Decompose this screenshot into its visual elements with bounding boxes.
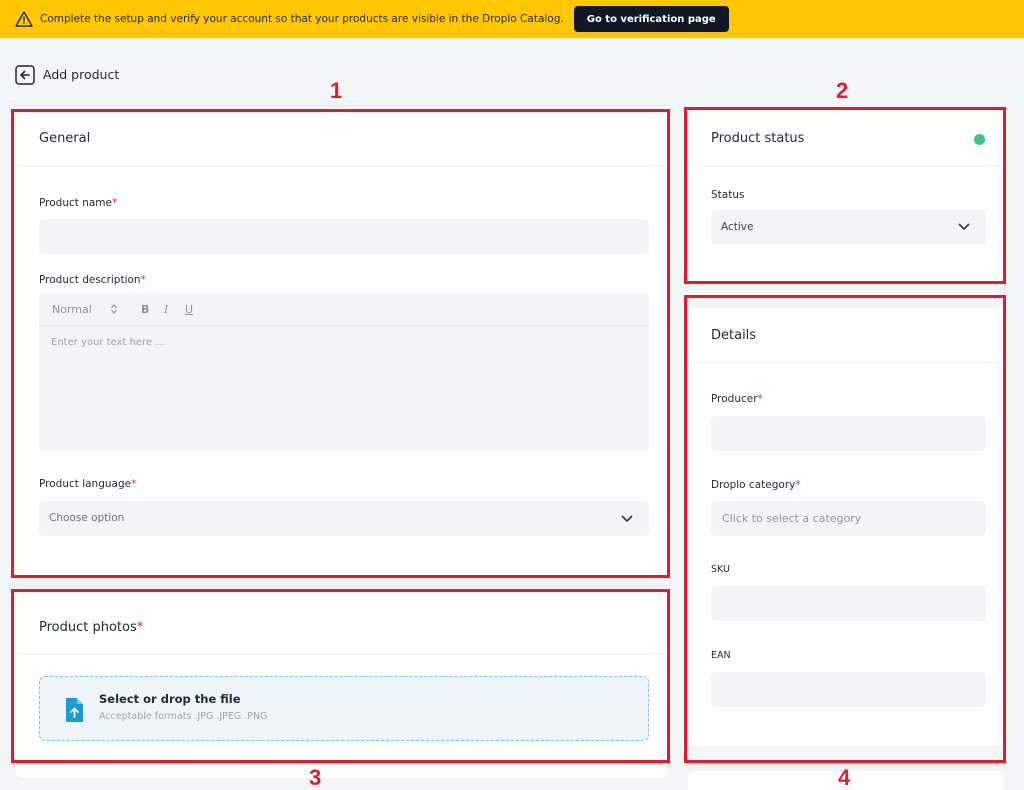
annotation-box-3 [11,589,670,763]
verification-button[interactable]: Go to verification page [573,6,729,32]
annotation-number-4: 4 [838,765,851,790]
annotation-number-3: 3 [309,765,322,790]
annotation-box-1 [11,109,670,578]
warning-icon [15,11,33,27]
page-title: Add product [43,67,120,82]
annotation-box-2 [684,107,1006,284]
annotation-number-1: 1 [330,78,343,103]
verification-banner: Complete the setup and verify your accou… [0,0,1024,38]
annotation-box-4 [684,295,1006,763]
banner-message: Complete the setup and verify your accou… [40,13,564,25]
back-arrow-icon[interactable] [15,65,35,85]
annotation-number-2: 2 [836,78,849,103]
